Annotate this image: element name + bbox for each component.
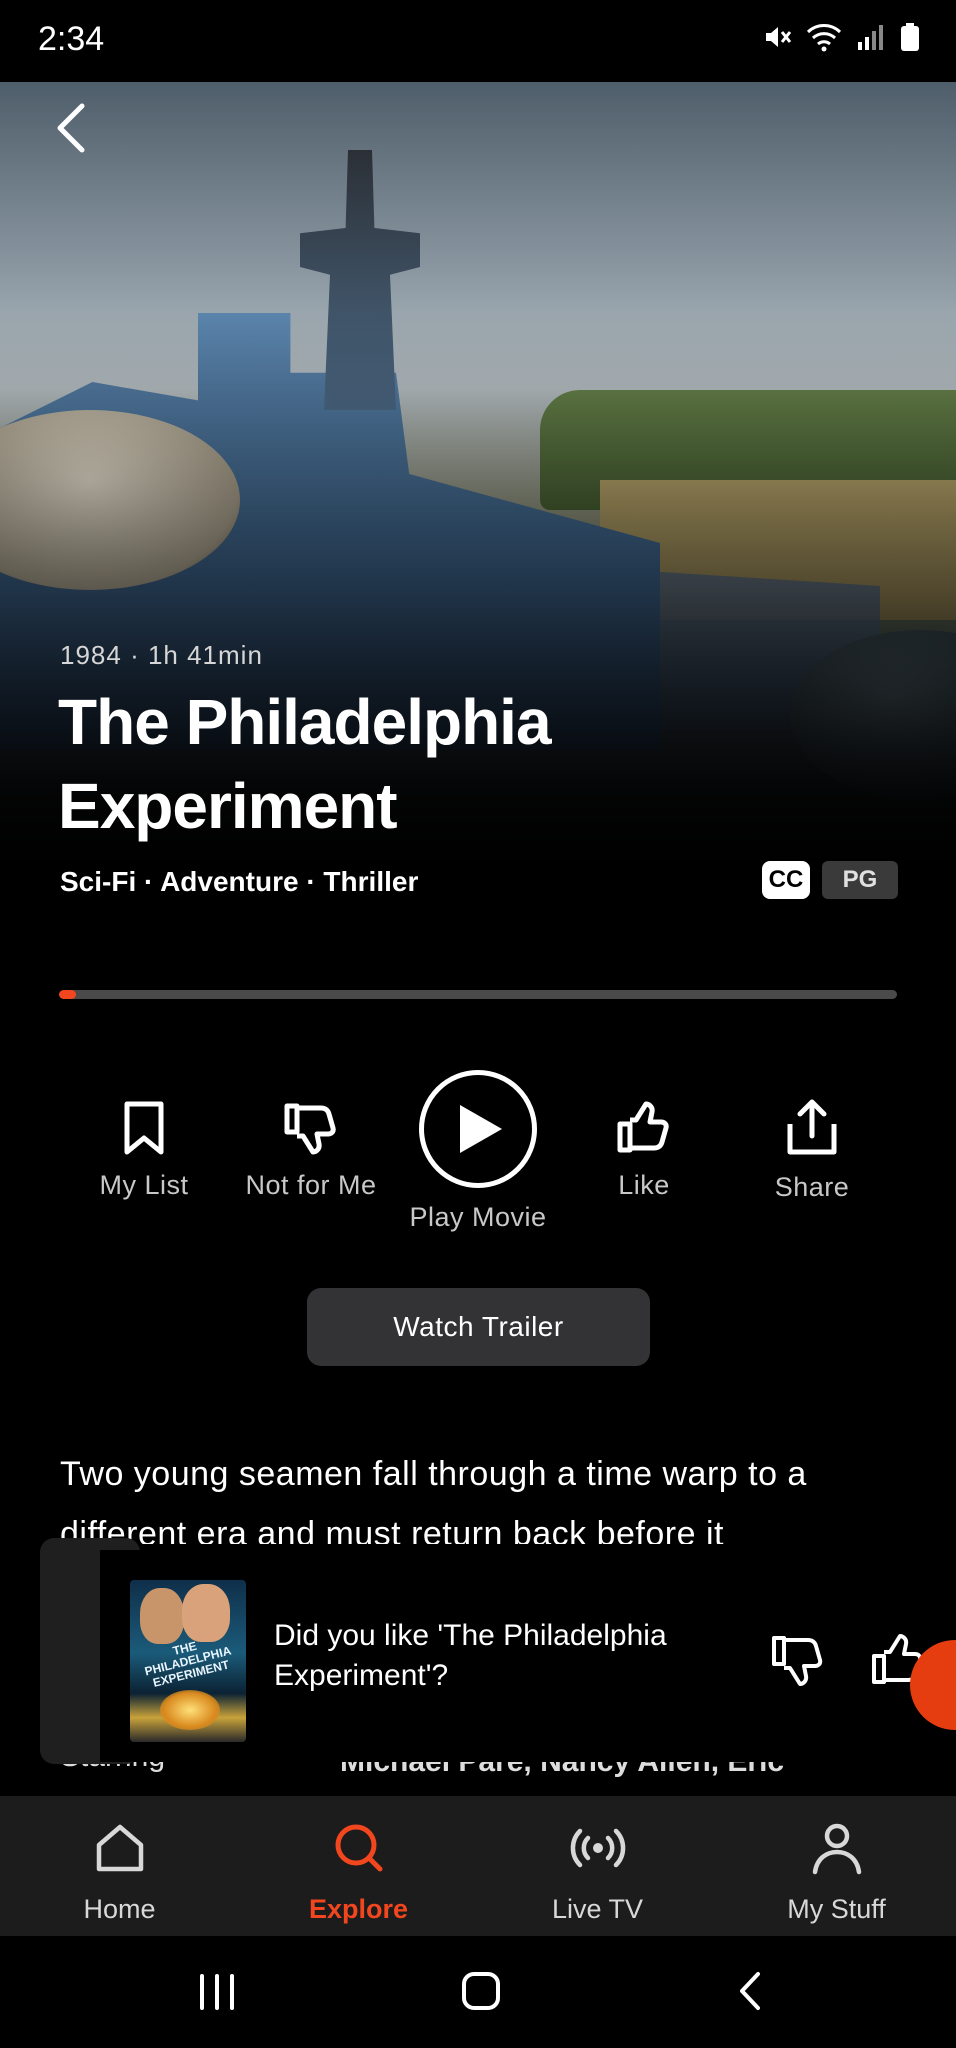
play-movie-label: Play Movie <box>409 1202 547 1232</box>
nav-explore-label: Explore <box>308 1894 409 1924</box>
nav-live-tv-label: Live TV <box>551 1894 644 1924</box>
thumbs-up-icon <box>617 1101 669 1153</box>
my-list-button[interactable]: My List <box>84 1100 204 1201</box>
nav-home-label: Home <box>83 1894 156 1924</box>
nav-my-stuff[interactable]: My Stuff <box>717 1796 956 1936</box>
profile-icon <box>812 1823 861 1875</box>
not-for-me-button[interactable]: Not for Me <box>226 1100 396 1201</box>
like-button[interactable]: Like <box>584 1100 704 1201</box>
mute-icon <box>766 27 792 47</box>
share-label: Share <box>774 1172 850 1202</box>
signal-icon <box>858 25 883 50</box>
nav-home[interactable]: Home <box>0 1796 239 1936</box>
like-label: Like <box>618 1170 670 1200</box>
recent-apps-icon[interactable] <box>192 1966 242 2016</box>
home-icon <box>96 1824 143 1872</box>
movie-description: Two young seamen fall through a time war… <box>60 1455 807 1544</box>
search-icon <box>335 1824 382 1872</box>
movie-meta: 1984 · 1h 41min <box>60 640 263 670</box>
nav-live-tv[interactable]: Live TV <box>478 1796 717 1936</box>
rating-prompt-body: THE PHILADELPHIA EXPERIMENT Did you like… <box>100 1550 923 1762</box>
movie-poster: THE PHILADELPHIA EXPERIMENT <box>130 1580 246 1742</box>
cc-badge: CC <box>762 861 810 899</box>
system-nav-bar <box>0 1936 956 2048</box>
thumbs-down-icon <box>284 1103 336 1155</box>
movie-genres: Sci-Fi · Adventure · Thriller <box>60 866 419 897</box>
status-bar: 2:34 <box>0 0 956 82</box>
nav-my-stuff-label: My Stuff <box>787 1894 886 1924</box>
action-row: My List Not for Me Play Movie Like Share <box>0 1060 956 1240</box>
bookmark-icon <box>124 1101 164 1155</box>
share-button[interactable]: Share <box>752 1098 872 1203</box>
bottom-nav: Home Explore Live TV My Stuff <box>0 1796 956 1936</box>
watch-progress-fill <box>59 990 76 999</box>
rating-thumbs-down-icon[interactable] <box>770 1632 826 1688</box>
rating-badge: PG <box>822 861 898 899</box>
rating-prompt: THE PHILADELPHIA EXPERIMENT Did you like… <box>40 1538 923 1764</box>
share-icon <box>787 1099 837 1155</box>
battery-icon <box>901 23 919 51</box>
rating-question: Did you like 'The Philadelphia Experimen… <box>274 1619 667 1692</box>
system-back-icon[interactable] <box>726 1966 776 2016</box>
wifi-icon <box>806 24 842 52</box>
watch-progress-bar <box>59 990 897 999</box>
badges: CC PG <box>762 861 898 899</box>
play-movie-button[interactable]: Play Movie <box>393 1070 563 1233</box>
not-for-me-label: Not for Me <box>245 1170 377 1200</box>
home-button-icon[interactable] <box>456 1966 506 2016</box>
status-icons <box>762 22 920 52</box>
status-time: 2:34 <box>38 20 105 58</box>
play-icon <box>460 1105 502 1153</box>
broadcast-icon <box>570 1828 625 1868</box>
watch-trailer-button[interactable]: Watch Trailer <box>307 1288 650 1366</box>
nav-explore[interactable]: Explore <box>239 1796 478 1936</box>
my-list-label: My List <box>99 1170 189 1200</box>
movie-title: The Philadelphia Experiment <box>58 686 552 842</box>
play-circle <box>419 1070 537 1188</box>
back-arrow-icon[interactable] <box>52 100 92 156</box>
